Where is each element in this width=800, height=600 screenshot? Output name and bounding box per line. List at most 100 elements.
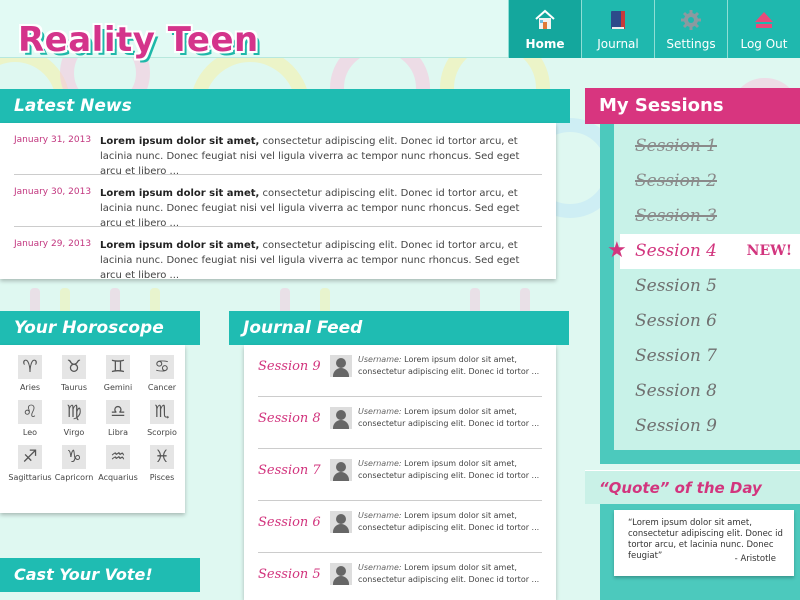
news-text: Lorem ipsum dolor sit amet, consectetur … <box>100 136 520 177</box>
avatar <box>330 355 352 377</box>
nav-home[interactable]: Home <box>508 0 581 58</box>
app-logo[interactable]: Reality Teen <box>18 20 259 60</box>
news-date: January 30, 2013 <box>14 187 92 197</box>
avatar <box>330 563 352 585</box>
journal-text: Username: Lorem ipsum dolor sit amet, co… <box>358 459 540 480</box>
nav-logout-label: Log Out <box>740 37 788 51</box>
zodiac-label: Aries <box>19 383 41 392</box>
nav-settings-label: Settings <box>666 37 716 51</box>
avatar <box>330 511 352 533</box>
zodiac-label: Leo <box>22 428 38 437</box>
zodiac-cancer[interactable]: ♋ Cancer <box>140 355 184 392</box>
zodiac-pisces[interactable]: ♓ Pisces <box>140 445 184 482</box>
journal-item[interactable]: Session 9 Username: Lorem ipsum dolor si… <box>258 345 542 397</box>
session-item[interactable]: Session 8 <box>614 374 800 409</box>
journal-session: Session 9 <box>258 359 321 374</box>
libra-icon: ♎ <box>106 400 130 424</box>
quote-title: “Quote” of the Day <box>585 470 800 504</box>
session-item[interactable]: Session 1 <box>614 129 800 164</box>
zodiac-leo[interactable]: ♌ Leo <box>8 400 52 437</box>
gemini-icon: ♊ <box>106 355 130 379</box>
journal-item[interactable]: Session 5 Username: Lorem ipsum dolor si… <box>258 553 542 600</box>
news-item[interactable]: January 30, 2013 Lorem ipsum dolor sit a… <box>14 175 542 229</box>
journal-item[interactable]: Session 7 Username: Lorem ipsum dolor si… <box>258 449 542 501</box>
journal-item[interactable]: Session 6 Username: Lorem ipsum dolor si… <box>258 501 542 553</box>
news-text: Lorem ipsum dolor sit amet, consectetur … <box>100 240 520 281</box>
zodiac-aquarius[interactable]: ♒ Acquarius <box>96 445 140 482</box>
scorpio-icon: ♏ <box>150 400 174 424</box>
session-label: Session 4 <box>635 241 717 261</box>
latest-news-title: Latest News <box>0 89 570 123</box>
zodiac-label: Pisces <box>149 473 175 482</box>
taurus-icon: ♉ <box>62 355 86 379</box>
session-item-current[interactable]: Session 4 NEW! <box>620 234 800 269</box>
zodiac-label: Scorpio <box>147 428 177 437</box>
horoscope-card: ♈ Aries ♉ Taurus ♊ Gemini ♋ Cancer ♌ Leo ♍ Vir… <box>0 345 185 513</box>
leo-icon: ♌ <box>18 400 42 424</box>
star-icon: ★ <box>607 238 627 263</box>
virgo-icon: ♍ <box>62 400 86 424</box>
nav-home-label: Home <box>525 37 565 51</box>
zodiac-gemini[interactable]: ♊ Gemini <box>96 355 140 392</box>
zodiac-label: Acquarius <box>98 473 138 482</box>
quote-card: “Lorem ipsum dolor sit amet, consectetur… <box>614 510 794 576</box>
zodiac-label: Sagittarius <box>8 473 52 482</box>
journal-text: Username: Lorem ipsum dolor sit amet, co… <box>358 407 540 428</box>
journal-feed-title: Journal Feed <box>229 311 569 345</box>
session-item[interactable]: Session 9 <box>614 409 800 444</box>
session-item[interactable]: Session 3 <box>614 199 800 234</box>
sagittarius-icon: ♐ <box>18 445 42 469</box>
quote-author: - Aristotle <box>734 554 776 564</box>
nav-journal-label: Journal <box>597 37 639 51</box>
journal-session: Session 5 <box>258 567 321 582</box>
zodiac-label: Taurus <box>60 383 88 392</box>
nav-journal[interactable]: Journal <box>581 0 654 58</box>
zodiac-capricorn[interactable]: ♑ Capricorn <box>52 445 96 482</box>
news-date: January 29, 2013 <box>14 239 92 249</box>
news-date: January 31, 2013 <box>14 135 92 145</box>
zodiac-label: Capricorn <box>54 473 94 482</box>
new-badge: NEW! <box>746 243 792 259</box>
journal-feed-card: Session 9 Username: Lorem ipsum dolor si… <box>244 345 556 600</box>
zodiac-grid: ♈ Aries ♉ Taurus ♊ Gemini ♋ Cancer ♌ Leo ♍ Vir… <box>8 355 184 482</box>
zodiac-scorpio[interactable]: ♏ Scorpio <box>140 400 184 437</box>
journal-session: Session 7 <box>258 463 321 478</box>
session-item[interactable]: Session 2 <box>614 164 800 199</box>
horoscope-title: Your Horoscope <box>0 311 200 345</box>
zodiac-label: Gemini <box>103 383 133 392</box>
journal-text: Username: Lorem ipsum dolor sit amet, co… <box>358 563 540 584</box>
latest-news-card: January 31, 2013 Lorem ipsum dolor sit a… <box>0 123 556 281</box>
nav-logout[interactable]: Log Out <box>727 0 800 58</box>
zodiac-libra[interactable]: ♎ Libra <box>96 400 140 437</box>
journal-session: Session 8 <box>258 411 321 426</box>
my-sessions-title: My Sessions <box>585 88 800 124</box>
logout-icon <box>755 12 773 28</box>
aquarius-icon: ♒ <box>106 445 130 469</box>
journal-item[interactable]: Session 8 Username: Lorem ipsum dolor si… <box>258 397 542 449</box>
nav-settings[interactable]: Settings <box>654 0 727 58</box>
top-header: Reality Teen Home Journal Settings Log O… <box>0 0 800 60</box>
zodiac-virgo[interactable]: ♍ Virgo <box>52 400 96 437</box>
session-item[interactable]: Session 7 <box>614 339 800 374</box>
journal-text: Username: Lorem ipsum dolor sit amet, co… <box>358 511 540 532</box>
capricorn-icon: ♑ <box>62 445 86 469</box>
cast-vote-title: Cast Your Vote! <box>0 558 200 592</box>
news-item[interactable]: January 31, 2013 Lorem ipsum dolor sit a… <box>14 123 542 177</box>
news-text: Lorem ipsum dolor sit amet, consectetur … <box>100 188 520 229</box>
home-icon <box>535 9 555 29</box>
main-nav: Home Journal Settings Log Out <box>508 0 800 58</box>
session-item[interactable]: Session 6 <box>614 304 800 339</box>
journal-session: Session 6 <box>258 515 321 530</box>
zodiac-sagittarius[interactable]: ♐ Sagittarius <box>8 445 52 482</box>
gear-icon <box>681 10 701 30</box>
journal-text: Username: Lorem ipsum dolor sit amet, co… <box>358 355 540 376</box>
zodiac-taurus[interactable]: ♉ Taurus <box>52 355 96 392</box>
journal-icon <box>611 11 625 29</box>
avatar <box>330 459 352 481</box>
zodiac-label: Virgo <box>63 428 85 437</box>
avatar <box>330 407 352 429</box>
news-item[interactable]: January 29, 2013 Lorem ipsum dolor sit a… <box>14 227 542 281</box>
session-item[interactable]: Session 5 <box>614 269 800 304</box>
pisces-icon: ♓ <box>150 445 174 469</box>
zodiac-aries[interactable]: ♈ Aries <box>8 355 52 392</box>
